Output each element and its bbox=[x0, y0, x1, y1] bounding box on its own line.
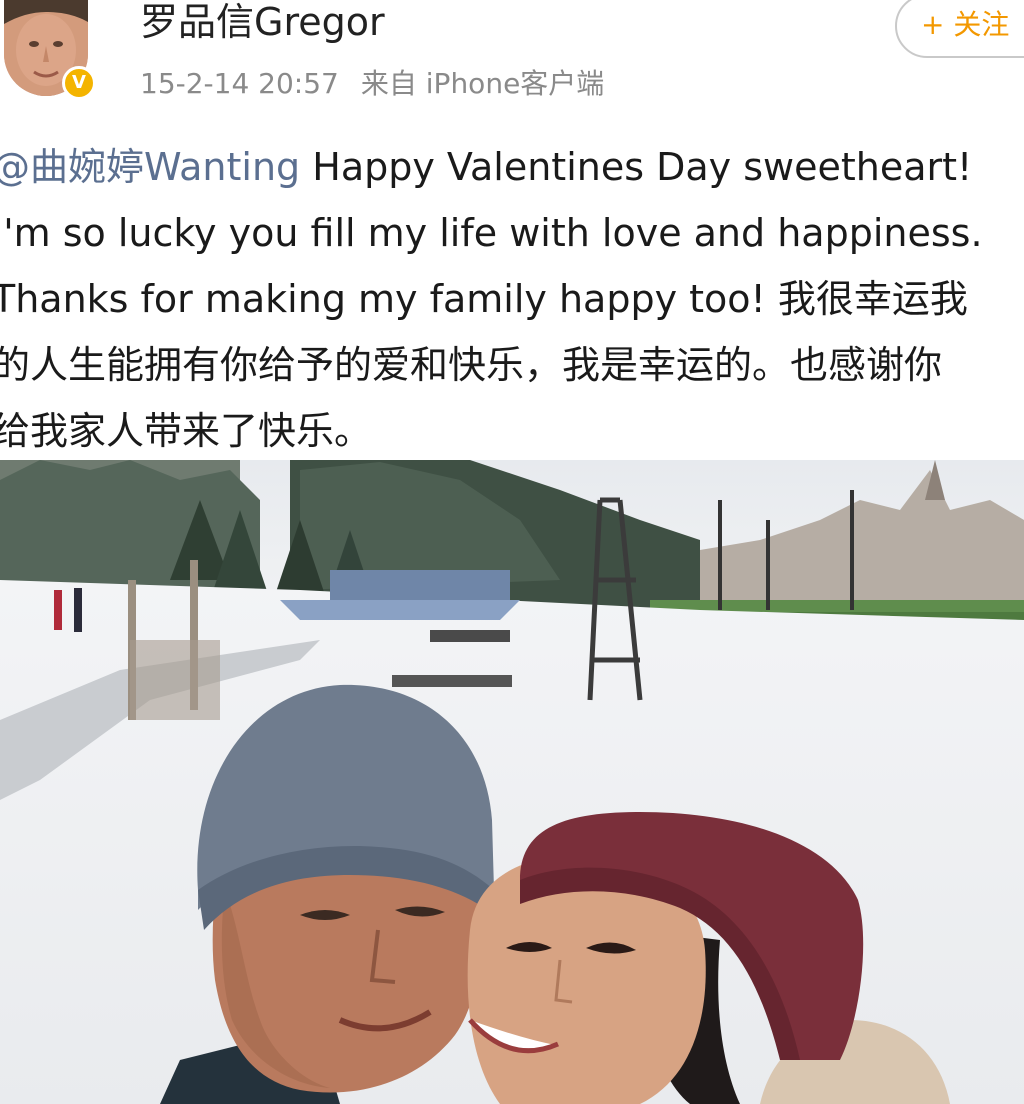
post-line-5: 给我家人带来了快乐。 bbox=[0, 409, 373, 453]
post-source: 来自 iPhone客户端 bbox=[360, 67, 605, 100]
post-line-2: I'm so lucky you fill my life with love … bbox=[0, 211, 983, 255]
post-text-segment: Happy Valentines Day sweetheart! bbox=[300, 145, 973, 189]
post-body: @曲婉婷Wanting Happy Valentines Day sweethe… bbox=[0, 134, 1024, 464]
post-timestamp: 15-2-14 20:57 bbox=[140, 67, 339, 100]
post-line-3: Thanks for making my family happy too! 我… bbox=[0, 277, 968, 321]
weibo-post: V 罗品信Gregor 15-2-14 20:57 来自 iPhone客户端 + … bbox=[0, 0, 1024, 1104]
mention-link[interactable]: @曲婉婷Wanting bbox=[0, 145, 300, 189]
post-photo[interactable] bbox=[0, 460, 1024, 1104]
verified-icon: V bbox=[62, 66, 96, 100]
author-name[interactable]: 罗品信Gregor bbox=[140, 0, 385, 44]
post-line-1: @曲婉婷Wanting Happy Valentines Day sweethe… bbox=[0, 134, 1024, 200]
post-line-4: 的人生能拥有你给予的爱和快乐，我是幸运的。也感谢你 bbox=[0, 343, 943, 387]
photo-image bbox=[0, 460, 1024, 1104]
post-meta: 15-2-14 20:57 来自 iPhone客户端 bbox=[140, 66, 604, 102]
follow-button[interactable]: + 关注 bbox=[895, 0, 1024, 58]
